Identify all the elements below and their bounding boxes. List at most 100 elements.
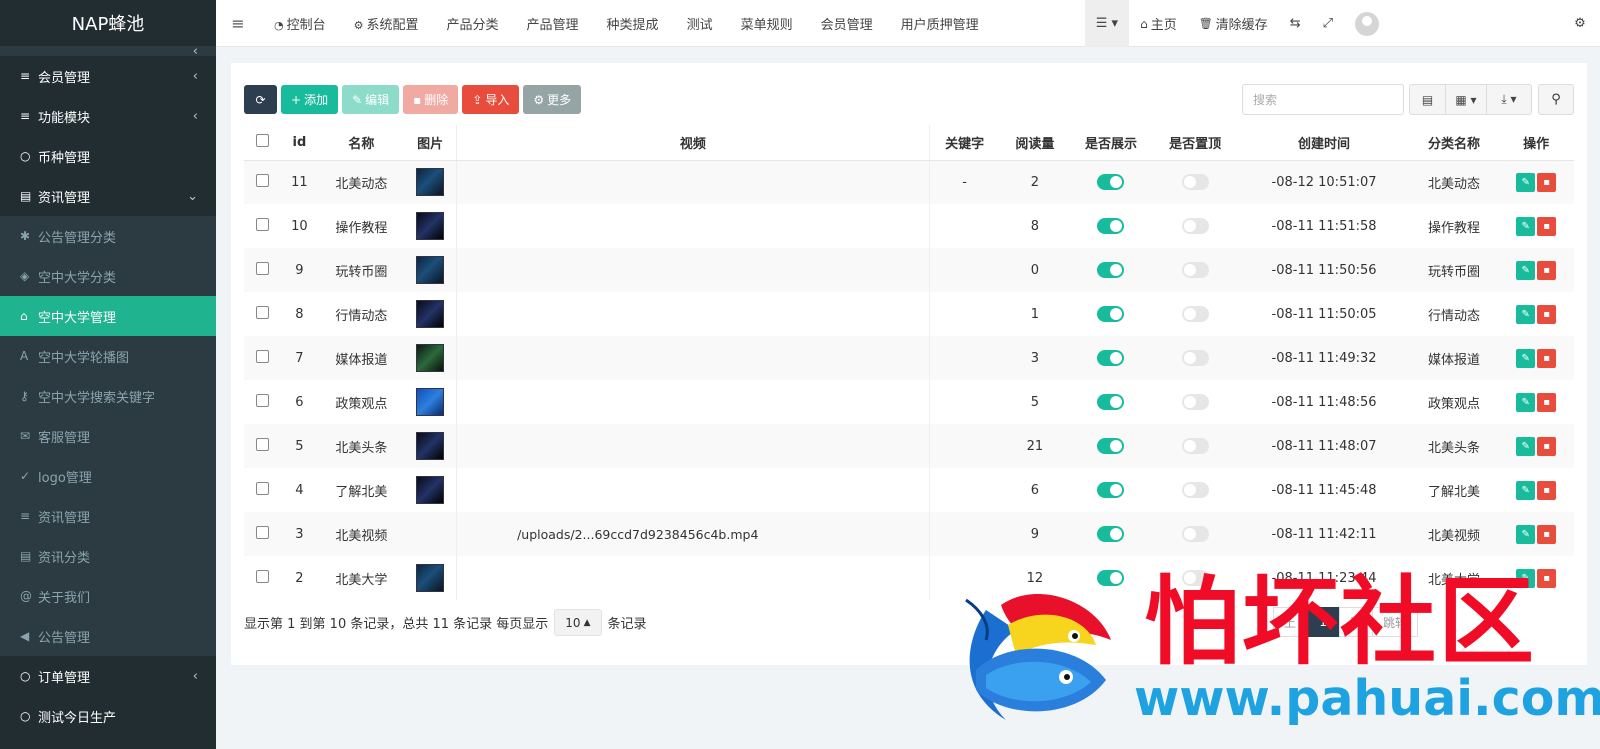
sidebar-item[interactable]: ≡ 功能模块 ‹ [0,96,216,136]
sidebar-toggle-icon[interactable]: ≡ [216,14,260,33]
top-toggle[interactable] [1181,570,1209,586]
top-toggle[interactable] [1181,394,1209,410]
table-row[interactable]: 7 媒体报道 3 -08-11 11:49:32 媒体报道 ✎ ▪ [244,336,1574,380]
table-row[interactable]: 3 北美视频/uploads/2...69ccd7d9238456c4b.mp4 9… [244,512,1574,556]
menu-toggle-button[interactable]: ☰ ▾ [1084,0,1130,47]
import-button[interactable]: ⇪ 导入 [462,85,520,114]
show-toggle[interactable] [1097,306,1125,322]
prev-page-button[interactable]: 上 [1273,607,1308,637]
col-show[interactable]: 是否展示 [1070,125,1152,161]
fullscreen-icon[interactable]: ⤢ [1312,0,1344,47]
jump-button[interactable]: 跳转 [1372,607,1419,637]
sidebar-item[interactable]: ✱ 公告管理分类 [0,216,216,256]
sidebar-item[interactable]: ▤ 资讯分类 [0,536,216,576]
row-checkbox[interactable] [255,437,269,451]
sidebar-item[interactable]: ◈ 空中大学分类 [0,256,216,296]
row-checkbox[interactable] [255,261,269,275]
clear-cache-button[interactable]: 🗑 清除缓存 [1188,0,1279,47]
search-button[interactable]: ⚲ [1538,84,1574,115]
row-edit-icon[interactable]: ✎ [1516,480,1536,500]
table-row[interactable]: 8 行情动态 1 -08-11 11:50:05 行情动态 ✎ ▪ [244,292,1574,336]
table-row[interactable]: 4 了解北美 6 -08-11 11:45:48 了解北美 ✎ ▪ [244,468,1574,512]
thumbnail-image[interactable] [416,564,445,592]
sidebar-item[interactable]: ▤ 资讯管理 ⌄ [0,176,216,216]
top-toggle[interactable] [1181,218,1209,234]
row-edit-icon[interactable]: ✎ [1516,216,1536,236]
top-nav-item[interactable]: 产品分类 [433,14,513,33]
sidebar-item[interactable]: ◀ 公告管理 [0,616,216,656]
row-delete-icon[interactable]: ▪ [1537,392,1557,412]
card-view-icon[interactable]: ▤ [1409,84,1446,115]
sidebar-item[interactable]: ⌂ 空中大学管理 [0,296,216,336]
thumbnail-image[interactable] [416,344,445,372]
col-top[interactable]: 是否置顶 [1151,125,1239,161]
show-toggle[interactable] [1097,482,1125,498]
col-image[interactable]: 图片 [404,125,457,161]
top-nav-item[interactable]: 产品管理 [513,14,593,33]
row-delete-icon[interactable]: ▪ [1537,480,1557,500]
top-nav-item[interactable]: 菜单规则 [727,14,807,33]
thumbnail-image[interactable] [416,212,445,240]
thumbnail-image[interactable] [416,256,445,284]
home-link[interactable]: ⌂ 主页 [1129,0,1188,47]
table-row[interactable]: 11 北美动态 - 2 -08-12 10:51:07 北美动态 ✎ ▪ [244,160,1574,204]
top-toggle[interactable] [1181,350,1209,366]
columns-toggle-icon[interactable]: ▦ ▾ [1445,84,1487,115]
refresh-button[interactable]: ⟳ [244,85,277,114]
thumbnail-image[interactable] [416,432,445,460]
table-row[interactable]: 9 玩转币圈 0 -08-11 11:50:56 玩转币圈 ✎ ▪ [244,248,1574,292]
top-toggle[interactable] [1181,526,1209,542]
row-edit-icon[interactable]: ✎ [1516,392,1536,412]
edit-button[interactable]: ✎ 编辑 [342,85,400,114]
top-toggle[interactable] [1181,174,1209,191]
thumbnail-image[interactable] [416,300,445,328]
thumbnail-image[interactable] [416,168,445,197]
thumbnail-image[interactable] [416,476,445,504]
top-nav-item[interactable]: ⚙ 系统配置 [340,14,433,33]
row-checkbox[interactable] [255,349,269,363]
row-edit-icon[interactable]: ✎ [1516,304,1536,324]
row-delete-icon[interactable]: ▪ [1537,348,1557,368]
app-logo[interactable]: NAP蜂池 [0,0,216,46]
more-button[interactable]: ⚙ 更多 [523,85,582,114]
select-all-checkbox[interactable] [255,133,269,147]
row-checkbox[interactable] [255,305,269,319]
top-nav-item[interactable]: 用户质押管理 [887,14,993,33]
row-edit-icon[interactable]: ✎ [1516,260,1536,280]
col-keyword[interactable]: 关键字 [929,125,1000,161]
table-row[interactable]: 2 北美大学 12 -08-11 11:23:44 北美大学 ✎ ▪ [244,556,1574,600]
row-delete-icon[interactable]: ▪ [1537,260,1557,280]
sidebar-item[interactable]: ✓ logo管理 [0,456,216,496]
sidebar-item[interactable]: ≡ 会员管理 ‹ [0,56,216,96]
col-name[interactable]: 名称 [318,125,405,161]
top-nav-item[interactable]: 会员管理 [807,14,887,33]
user-avatar[interactable] [1344,0,1390,47]
col-id[interactable]: id [280,125,319,161]
next-page-button[interactable]: 页 [1339,607,1374,637]
table-row[interactable]: 10 操作教程 8 -08-11 11:51:58 操作教程 ✎ ▪ [244,204,1574,248]
export-icon[interactable]: ⤓ ▾ [1486,84,1532,115]
col-category[interactable]: 分类名称 [1409,125,1499,161]
sidebar-item[interactable]: ⚷ 空中大学搜索关键字 [0,376,216,416]
row-delete-icon[interactable]: ▪ [1537,172,1557,192]
thumbnail-image[interactable] [416,388,445,416]
show-toggle[interactable] [1097,174,1125,191]
top-toggle[interactable] [1181,482,1209,498]
row-edit-icon[interactable]: ✎ [1516,524,1536,544]
show-toggle[interactable] [1097,438,1125,454]
top-toggle[interactable] [1181,262,1209,278]
search-input[interactable] [1242,84,1404,115]
row-checkbox[interactable] [255,217,269,231]
language-icon[interactable]: ⇆ [1279,0,1312,47]
page-1-button[interactable]: 1 [1306,607,1341,637]
row-delete-icon[interactable]: ▪ [1537,568,1557,588]
top-nav-item[interactable]: ◔ 控制台 [260,14,340,33]
show-toggle[interactable] [1097,394,1125,410]
show-toggle[interactable] [1097,570,1125,586]
settings-gears-icon[interactable]: ⚙ [1560,0,1600,47]
sidebar-item[interactable]: ✉ 客服管理 [0,416,216,456]
sidebar-item[interactable]: @ 关于我们 [0,576,216,616]
row-checkbox[interactable] [255,481,269,495]
sidebar-item[interactable]: ○ 币种管理 [0,136,216,176]
row-edit-icon[interactable]: ✎ [1516,568,1536,588]
